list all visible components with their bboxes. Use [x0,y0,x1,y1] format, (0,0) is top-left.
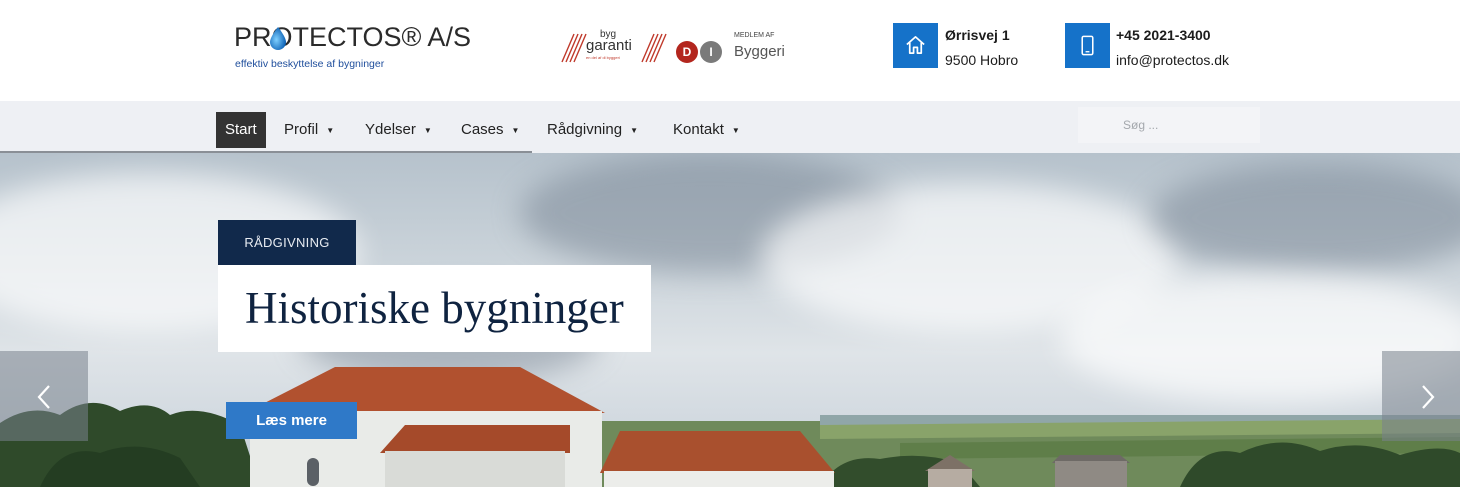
phone-number[interactable]: +45 2021-3400 [1116,28,1211,42]
di-d-circle: D [676,41,698,63]
email-link[interactable]: info@protectos.dk [1116,53,1229,67]
byg-garanti-subtext: en del af di byggeri [586,55,620,60]
home-icon-box [893,23,938,68]
di-byggeri-label: Byggeri [734,43,785,60]
nav-item-ydelser[interactable]: Ydelser ▼ [365,112,432,148]
di-i-circle: I [700,41,722,63]
nav-item-raadgivning[interactable]: Rådgivning ▼ [547,112,638,148]
nav-item-label: Kontakt [673,121,724,138]
chevron-left-icon [37,385,50,409]
nav-item-cases[interactable]: Cases ▼ [461,112,519,148]
slider-prev-button[interactable] [0,351,88,441]
caret-down-icon: ▼ [511,126,520,135]
nav-item-label: Start [225,121,257,138]
logo-tagline: effektiv beskyttelse af bygninger [235,58,385,70]
home-icon [906,36,925,55]
caret-down-icon: ▼ [630,126,638,135]
nav-item-label: Ydelser [365,121,416,138]
category-tag[interactable]: RÅDGIVNING [218,220,356,265]
site-header: PROTECTOS® A/S effektiv beskyttelse af b… [0,0,1460,101]
nav-item-label: Cases [461,121,504,138]
nav-item-label: Rådgivning [547,121,623,138]
headline-box: Historiske bygninger [218,265,651,352]
protectos-logo[interactable]: PROTECTOS® A/S effektiv beskyttelse af b… [234,24,471,74]
garanti-text: garanti [586,37,632,54]
phone-icon [1081,35,1094,56]
caret-down-icon: ▼ [731,126,740,135]
di-byggeri-logo: D I MEDLEM AF Byggeri [676,29,796,69]
caret-down-icon: ▼ [423,126,432,135]
search-input[interactable] [1078,107,1260,143]
phone-icon-box [1065,23,1110,68]
nav-item-profil[interactable]: Profil ▼ [284,112,334,148]
nav-item-start[interactable]: Start [216,112,266,148]
water-drop-icon [270,27,286,50]
slider-next-button[interactable] [1382,351,1460,441]
chevron-right-icon [1422,385,1435,409]
di-member-label: MEDLEM AF [734,32,775,39]
caret-down-icon: ▼ [326,126,335,135]
byg-garanti-logo: byg garanti en del af di byggeri [560,30,670,68]
nav-item-label: Profil [284,121,319,138]
address-street: Ørrisvej 1 [945,27,1010,43]
nav-item-kontakt[interactable]: Kontakt ▼ [673,112,740,148]
hero-slider: RÅDGIVNING Historiske bygninger Læs mere [0,153,1460,487]
read-more-button[interactable]: Læs mere [226,402,357,439]
hero-headline[interactable]: Historiske bygninger [245,281,624,335]
address-city: 9500 Hobro [945,52,1019,68]
